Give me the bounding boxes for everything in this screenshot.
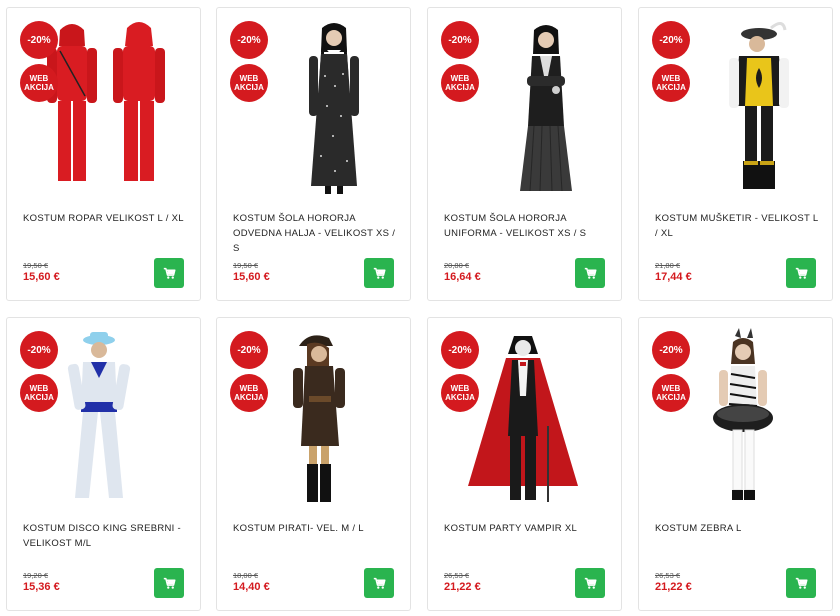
discount-badge: -20%	[20, 331, 58, 369]
old-price: 21,80 €	[655, 261, 681, 270]
add-to-cart-button[interactable]	[786, 258, 816, 288]
discount-badge: -20%	[652, 331, 690, 369]
sale-price: 15,60 €	[23, 271, 60, 283]
sale-price: 15,60 €	[233, 271, 270, 283]
product-grid: -20% WEB AKCIJA KOSTUM ROPAR VELIKOST L …	[0, 0, 840, 616]
web-akcija-badge: WEB AKCIJA	[20, 374, 58, 412]
old-price: 18,00 €	[233, 571, 259, 580]
sale-price: 21,22 €	[655, 581, 692, 593]
product-title[interactable]: KOSTUM PARTY VAMPIR XL	[444, 521, 612, 536]
sale-price: 21,22 €	[444, 581, 481, 593]
shopping-cart-icon	[795, 267, 808, 279]
shopping-cart-icon	[163, 267, 176, 279]
web-akcija-badge: WEB AKCIJA	[441, 374, 479, 412]
add-to-cart-button[interactable]	[575, 568, 605, 598]
discount-badge: -20%	[652, 21, 690, 59]
old-price: 19,50 €	[233, 261, 259, 270]
shopping-cart-icon	[795, 577, 808, 589]
shopping-cart-icon	[163, 577, 176, 589]
discount-badge: -20%	[441, 21, 479, 59]
product-card[interactable]: -20% WEB AKCIJA KOSTUM PIRATI- VEL. M / …	[216, 317, 411, 611]
web-akcija-badge: WEB AKCIJA	[230, 374, 268, 412]
add-to-cart-button[interactable]	[364, 568, 394, 598]
sale-price: 16,64 €	[444, 271, 481, 283]
sale-price: 14,40 €	[233, 581, 270, 593]
product-title[interactable]: KOSTUM ŠOLA HORORJA ODVEDNA HALJA - VELI…	[233, 211, 401, 256]
web-akcija-badge: WEB AKCIJA	[230, 64, 268, 102]
product-card[interactable]: -20% WEB AKCIJA KOSTUM ZEBRA L 26,53 € 2…	[638, 317, 833, 611]
add-to-cart-button[interactable]	[364, 258, 394, 288]
product-card[interactable]: -20% WEB AKCIJA KOSTUM ŠOLA HORORJA ODVE…	[216, 7, 411, 301]
product-card[interactable]: -20% WEB AKCIJA KOSTUM ROPAR VELIKOST L …	[6, 7, 201, 301]
product-title[interactable]: KOSTUM MUŠKETIR - VELIKOST L / XL	[655, 211, 823, 241]
product-title[interactable]: KOSTUM DISCO KING SREBRNI - VELIKOST M/L	[23, 521, 191, 551]
add-to-cart-button[interactable]	[154, 568, 184, 598]
shopping-cart-icon	[584, 577, 597, 589]
web-akcija-badge: WEB AKCIJA	[441, 64, 479, 102]
discount-badge: -20%	[230, 21, 268, 59]
product-title[interactable]: KOSTUM ZEBRA L	[655, 521, 823, 536]
discount-badge: -20%	[20, 21, 58, 59]
old-price: 19,50 €	[23, 261, 49, 270]
add-to-cart-button[interactable]	[786, 568, 816, 598]
discount-badge: -20%	[441, 331, 479, 369]
shopping-cart-icon	[373, 267, 386, 279]
shopping-cart-icon	[373, 577, 386, 589]
product-card[interactable]: -20% WEB AKCIJA KOSTUM MUŠKETIR - VELIKO…	[638, 7, 833, 301]
shopping-cart-icon	[584, 267, 597, 279]
product-card[interactable]: -20% WEB AKCIJA KOSTUM PARTY VAMPIR XL 2…	[427, 317, 622, 611]
product-title[interactable]: KOSTUM ŠOLA HORORJA UNIFORMA - VELIKOST …	[444, 211, 612, 241]
product-title[interactable]: KOSTUM ROPAR VELIKOST L / XL	[23, 211, 191, 226]
discount-badge: -20%	[230, 331, 268, 369]
product-title[interactable]: KOSTUM PIRATI- VEL. M / L	[233, 521, 401, 536]
add-to-cart-button[interactable]	[575, 258, 605, 288]
old-price: 26,53 €	[655, 571, 681, 580]
old-price: 19,20 €	[23, 571, 49, 580]
old-price: 26,53 €	[444, 571, 470, 580]
product-card[interactable]: -20% WEB AKCIJA KOSTUM DISCO KING SREBRN…	[6, 317, 201, 611]
sale-price: 17,44 €	[655, 271, 692, 283]
sale-price: 15,36 €	[23, 581, 60, 593]
web-akcija-badge: WEB AKCIJA	[652, 374, 690, 412]
product-card[interactable]: -20% WEB AKCIJA KOSTUM ŠOLA HORORJA UNIF…	[427, 7, 622, 301]
web-akcija-badge: WEB AKCIJA	[652, 64, 690, 102]
add-to-cart-button[interactable]	[154, 258, 184, 288]
old-price: 20,80 €	[444, 261, 470, 270]
web-akcija-badge: WEB AKCIJA	[20, 64, 58, 102]
